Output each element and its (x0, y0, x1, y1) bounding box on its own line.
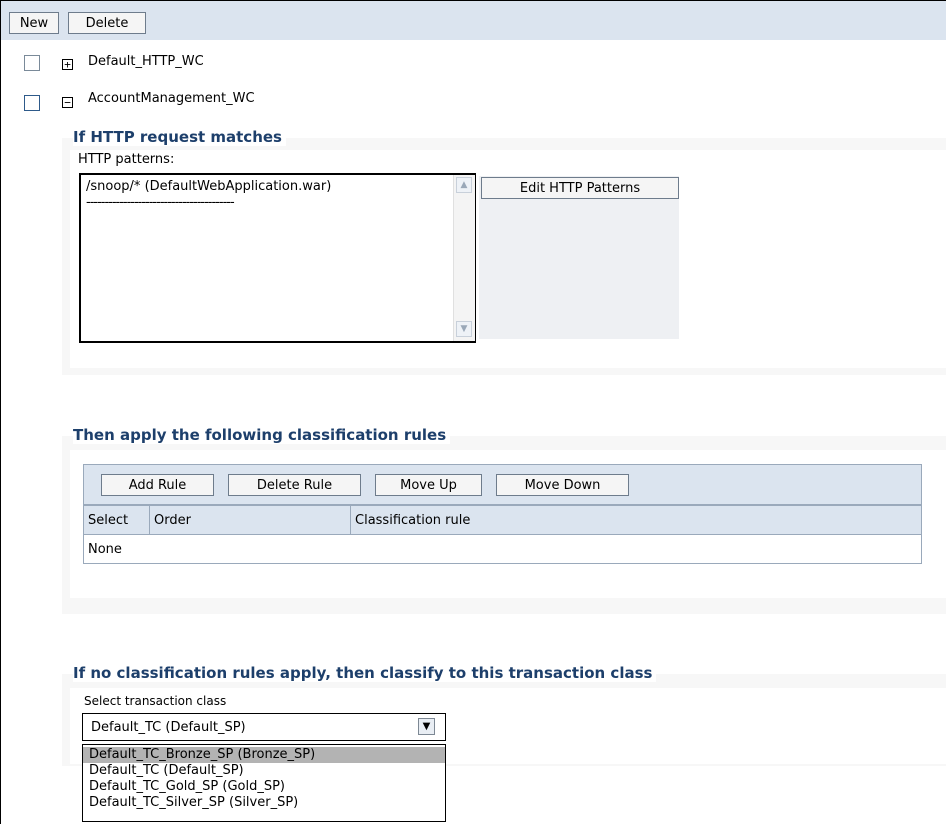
pattern-separator: ---------------------------------------- (86, 195, 235, 210)
dropdown-option[interactable]: Default_TC (Default_SP) (83, 763, 445, 779)
listbox-scrollbar[interactable]: ▲ ▼ (453, 175, 475, 341)
table-header-row: Select Order Classification rule (83, 505, 922, 535)
tree-item-default-http-wc[interactable]: Default_HTTP_WC (88, 54, 204, 69)
checkbox-accountmanagement-wc[interactable] (24, 95, 40, 111)
edit-http-patterns-button[interactable]: Edit HTTP Patterns (481, 177, 679, 199)
new-button[interactable]: New (9, 12, 59, 34)
rules-legend: Then apply the following classification … (73, 426, 451, 444)
dropdown-option[interactable]: Default_TC_Gold_SP (Gold_SP) (83, 779, 445, 795)
checkbox-default-http-wc[interactable] (24, 55, 40, 71)
expand-icon[interactable]: + (62, 59, 73, 70)
delete-button[interactable]: Delete (68, 12, 146, 34)
selected-transaction-class: Default_TC (Default_SP) (91, 720, 246, 735)
empty-table-text: None (83, 534, 922, 564)
collapse-icon[interactable]: − (62, 97, 73, 108)
column-header-classification-rule[interactable]: Classification rule (350, 505, 922, 535)
rules-table: Select Order Classification rule None (83, 505, 922, 564)
http-legend: If HTTP request matches (73, 128, 286, 146)
table-row: None (83, 534, 922, 564)
dropdown-option[interactable]: Default_TC_Bronze_SP (Bronze_SP) (83, 747, 445, 763)
toolbar: New Delete (1, 1, 946, 40)
http-patterns-label: HTTP patterns: (78, 152, 175, 167)
pattern-item[interactable]: /snoop/* (DefaultWebApplication.war) (86, 179, 331, 194)
transaction-class-dropdown: Default_TC_Bronze_SP (Bronze_SP) Default… (82, 744, 446, 822)
chevron-down-icon[interactable]: ▼ (418, 718, 435, 735)
rules-toolbar: Add Rule Delete Rule Move Up Move Down (83, 464, 922, 505)
select-transaction-class-label: Select transaction class (84, 694, 227, 708)
tc-legend: If no classification rules apply, then c… (73, 664, 657, 682)
scroll-down-icon[interactable]: ▼ (456, 321, 472, 337)
dropdown-option[interactable]: Default_TC_Silver_SP (Silver_SP) (83, 795, 445, 811)
http-patterns-listbox[interactable]: /snoop/* (DefaultWebApplication.war) ---… (79, 173, 476, 343)
column-header-select[interactable]: Select (83, 505, 150, 535)
column-header-order[interactable]: Order (149, 505, 351, 535)
delete-rule-button[interactable]: Delete Rule (228, 474, 361, 496)
move-down-button[interactable]: Move Down (496, 474, 629, 496)
transaction-class-select[interactable]: Default_TC (Default_SP) ▼ (82, 713, 446, 741)
scroll-up-icon[interactable]: ▲ (456, 177, 472, 193)
add-rule-button[interactable]: Add Rule (101, 474, 214, 496)
tree-item-accountmanagement-wc[interactable]: AccountManagement_WC (88, 91, 255, 106)
move-up-button[interactable]: Move Up (375, 474, 482, 496)
edit-patterns-area (479, 176, 679, 339)
